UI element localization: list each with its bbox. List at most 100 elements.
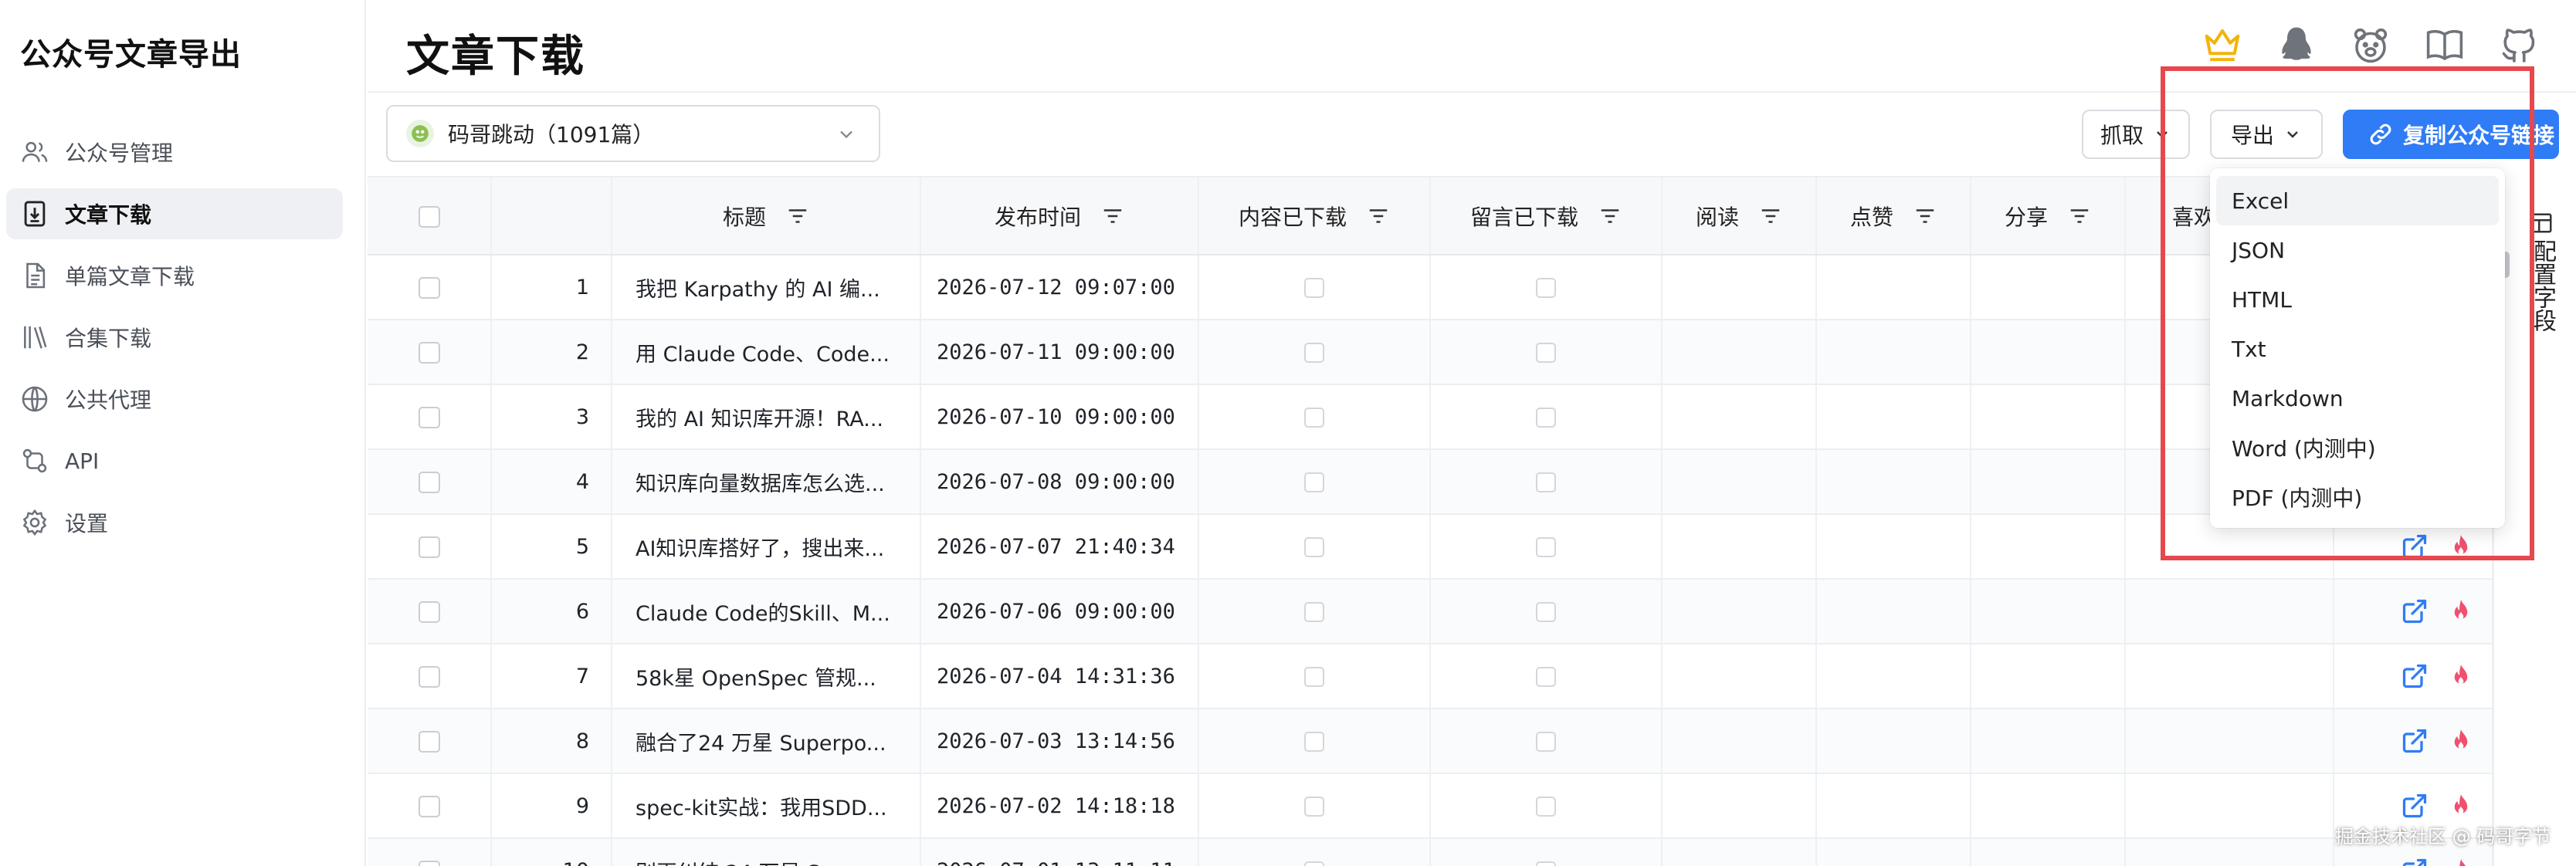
filter-icon[interactable] xyxy=(1598,205,1622,228)
fire-icon[interactable] xyxy=(2447,597,2475,625)
content-downloaded-checkbox xyxy=(1304,861,1324,866)
sidebar-item-public-proxy[interactable]: 公共代理 xyxy=(6,374,343,425)
row-title[interactable]: 用 Claude Code、Code... xyxy=(612,320,921,385)
content-downloaded-checkbox xyxy=(1304,732,1324,752)
row-like xyxy=(1816,255,1971,320)
row-read xyxy=(1662,320,1817,385)
row-like xyxy=(1816,579,1971,644)
gear-icon xyxy=(22,509,47,536)
row-select-cell xyxy=(368,773,492,839)
row-index: 1 xyxy=(491,255,612,320)
row-checkbox[interactable] xyxy=(418,536,440,558)
column-header-read[interactable]: 阅读 xyxy=(1662,178,1817,255)
fire-icon[interactable] xyxy=(2447,792,2475,820)
row-select-cell xyxy=(368,384,492,450)
filter-icon[interactable] xyxy=(2068,205,2091,228)
row-comments-downloaded xyxy=(1430,384,1663,450)
row-title[interactable]: 58k星 OpenSpec 管规... xyxy=(612,644,921,709)
sidebar-item-collection-download[interactable]: 合集下载 xyxy=(6,312,343,363)
column-header-comments-downloaded[interactable]: 留言已下载 xyxy=(1430,178,1663,255)
comments-downloaded-checkbox xyxy=(1536,861,1556,866)
table-row[interactable]: 10别再纠结 24 万星 Super...2026-07-01 13:11:11 xyxy=(368,838,2493,866)
comments-downloaded-checkbox xyxy=(1536,537,1556,557)
table-row[interactable]: 6 Claude Code的Skill、M... 2026-07-06 09:00:… xyxy=(368,579,2493,644)
column-header-like[interactable]: 点赞 xyxy=(1816,178,1971,255)
fire-icon[interactable] xyxy=(2447,727,2475,755)
table-row[interactable]: 8 融合了24 万星 Superpo... 2026-07-03 13:14:56 xyxy=(368,709,2493,774)
row-title[interactable]: Claude Code的Skill、M... xyxy=(612,579,921,644)
table-row[interactable]: 9 spec-kit实战：我用SDD... 2026-07-02 14:18:18 xyxy=(368,773,2493,839)
account-avatar xyxy=(406,120,434,147)
row-title[interactable]: 我把 Karpathy 的 AI 编... xyxy=(612,255,921,320)
column-header-title[interactable]: 标题 xyxy=(612,178,921,255)
sidebar-item-article-download[interactable]: 文章下载 xyxy=(6,188,343,239)
filter-icon[interactable] xyxy=(1101,205,1124,228)
content-downloaded-checkbox xyxy=(1304,343,1324,363)
row-checkbox[interactable] xyxy=(418,342,440,364)
row-publish-time: 2026-07-12 09:07:00 xyxy=(920,255,1199,320)
row-checkbox[interactable] xyxy=(418,472,440,493)
row-like xyxy=(1816,384,1971,450)
row-select-cell xyxy=(368,514,492,580)
sidebar-item-account-management[interactable]: 公众号管理 xyxy=(6,127,343,178)
sidebar-item-single-article-download[interactable]: 单篇文章下载 xyxy=(6,250,343,301)
external-link-icon[interactable] xyxy=(2401,597,2429,625)
qq-penguin-icon[interactable] xyxy=(2270,19,2323,71)
table-row[interactable]: 7 58k星 OpenSpec 管规... 2026-07-04 14:31:36 xyxy=(368,644,2493,709)
row-checkbox[interactable] xyxy=(418,796,440,817)
row-checkbox[interactable] xyxy=(418,666,440,688)
row-read xyxy=(1662,838,1817,866)
row-like xyxy=(1816,449,1971,515)
row-select-cell xyxy=(368,579,492,644)
book-icon[interactable] xyxy=(2418,19,2471,71)
row-title[interactable]: spec-kit实战：我用SDD... xyxy=(612,773,921,839)
row-title[interactable]: AI知识库搭好了，搜出来... xyxy=(612,514,921,580)
sidebar-item-label: 公共代理 xyxy=(65,387,152,413)
row-title[interactable]: 知识库向量数据库怎么选... xyxy=(612,449,921,515)
row-share xyxy=(1971,449,2126,515)
fire-icon[interactable] xyxy=(2447,857,2475,866)
sidebar-item-settings[interactable]: 设置 xyxy=(6,497,343,548)
row-checkbox[interactable] xyxy=(418,861,440,866)
external-link-icon[interactable] xyxy=(2401,727,2429,755)
comments-downloaded-checkbox xyxy=(1536,602,1556,622)
row-share xyxy=(1971,773,2126,839)
github-icon[interactable] xyxy=(2493,19,2545,71)
row-like xyxy=(1816,773,1971,839)
content-downloaded-checkbox xyxy=(1304,278,1324,298)
bear-icon[interactable] xyxy=(2344,19,2397,71)
row-content-downloaded xyxy=(1198,773,1431,839)
row-content-downloaded xyxy=(1198,644,1431,709)
crown-icon[interactable] xyxy=(2196,19,2249,71)
row-title[interactable]: 我的 AI 知识库开源！RA... xyxy=(612,384,921,450)
external-link-icon[interactable] xyxy=(2401,857,2429,866)
row-read xyxy=(1662,255,1817,320)
row-checkbox[interactable] xyxy=(418,601,440,623)
filter-icon[interactable] xyxy=(1913,205,1937,228)
filter-icon[interactable] xyxy=(786,205,809,228)
select-all-checkbox[interactable] xyxy=(418,206,440,228)
row-index: 5 xyxy=(491,514,612,580)
account-select[interactable]: 码哥跳动（1091篇） xyxy=(386,105,880,162)
column-header-content-downloaded[interactable]: 内容已下载 xyxy=(1198,178,1431,255)
external-link-icon[interactable] xyxy=(2401,662,2429,690)
filter-icon[interactable] xyxy=(1759,205,1782,228)
content-downloaded-checkbox xyxy=(1304,667,1324,687)
chevron-down-icon xyxy=(840,130,852,139)
sidebar-item-api[interactable]: API xyxy=(6,435,343,486)
row-title[interactable]: 别再纠结 24 万星 Super... xyxy=(612,838,921,866)
row-select-cell xyxy=(368,709,492,774)
download-doc-icon xyxy=(24,201,46,227)
row-index: 3 xyxy=(491,384,612,450)
filter-icon[interactable] xyxy=(1367,205,1390,228)
external-link-icon[interactable] xyxy=(2401,792,2429,820)
row-checkbox[interactable] xyxy=(418,407,440,428)
row-title[interactable]: 融合了24 万星 Superpo... xyxy=(612,709,921,774)
row-checkbox[interactable] xyxy=(418,731,440,753)
column-header-publish-time[interactable]: 发布时间 xyxy=(920,178,1199,255)
column-header-share[interactable]: 分享 xyxy=(1971,178,2126,255)
fire-icon[interactable] xyxy=(2447,662,2475,690)
column-header-content-downloaded-label: 内容已下载 xyxy=(1238,204,1347,230)
row-checkbox[interactable] xyxy=(418,277,440,299)
row-share xyxy=(1971,644,2126,709)
